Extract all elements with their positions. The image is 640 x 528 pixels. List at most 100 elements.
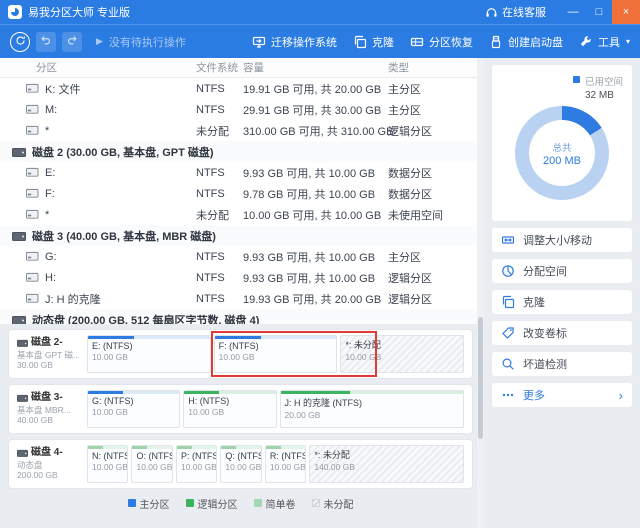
partition-segment-h[interactable]: H: (NTFS) 10.00 GB (183, 390, 276, 428)
legend-label: 未分配 (324, 496, 354, 511)
capacity-value: 9.78 GB 可用, 共 10.00 GB (243, 186, 388, 202)
disk-info[interactable]: 磁盘 3- 基本盘 MBR... 40.00 GB (17, 390, 79, 428)
partition-segment-q[interactable]: Q: (NTFS) 10.00 GB (220, 445, 261, 483)
disk-group-row[interactable]: 动态盘 (200.00 GB, 512 每扇区字节数, 磁盘 4) (0, 309, 484, 324)
action-label: 改变卷标 (523, 325, 567, 341)
partition-name: H: (45, 272, 56, 284)
table-row[interactable]: H: NTFS 9.93 GB 可用, 共 10.00 GB 逻辑分区 (0, 267, 484, 288)
col-header-type: 类型 (388, 60, 484, 75)
maximize-button[interactable]: □ (586, 0, 612, 24)
table-row[interactable]: K: 文件 NTFS 19.91 GB 可用, 共 20.00 GB 主分区 (0, 78, 484, 99)
refresh-button[interactable] (10, 32, 30, 52)
table-row[interactable]: F: NTFS 9.78 GB 可用, 共 10.00 GB 数据分区 (0, 183, 484, 204)
scrollbar-thumb[interactable] (478, 317, 483, 439)
action-more[interactable]: 更多 › (491, 382, 633, 408)
partition-segment-o[interactable]: O: (NTFS) 10.00 GB (131, 445, 172, 483)
close-button[interactable]: × (612, 0, 640, 24)
partition-segment-p[interactable]: P: (NTFS) 10.00 GB (176, 445, 217, 483)
partition-name: G: (45, 251, 57, 263)
segment-label: Q: (NTFS) (221, 449, 260, 461)
col-header-filesystem: 文件系统 (196, 60, 243, 75)
online-support-button[interactable]: 在线客服 (485, 4, 546, 20)
scrollbar[interactable] (477, 58, 484, 528)
action-clone[interactable]: 克隆 (491, 289, 633, 315)
partition-segment-unallocated[interactable]: *: 未分配 10.00 GB (340, 335, 464, 373)
used-space-swatch-icon (573, 76, 580, 83)
action-surface-test[interactable]: 坏道检测 (491, 351, 633, 377)
capacity-value: 19.93 GB 可用, 共 20.00 GB (243, 291, 388, 307)
legend-item: 简单卷 (254, 496, 296, 511)
action-resize-move[interactable]: 调整大小/移动 (491, 227, 633, 253)
disk-info[interactable]: 磁盘 2- 基本盘 GPT 磁... 30.00 GB (17, 335, 79, 373)
titlebar-right: 在线客服 — □ × (485, 0, 640, 24)
total-label: 总共 (552, 140, 571, 154)
legend-item: 逻辑分区 (186, 496, 238, 511)
disk-size: 200.00 GB (17, 470, 79, 481)
disk-usage-card: 已用空间 32 MB 总共 200 MB (491, 64, 633, 222)
action-change-label[interactable]: 改变卷标 (491, 320, 633, 346)
disk-group-row[interactable]: 磁盘 2 (30.00 GB, 基本盘, GPT 磁盘) (0, 141, 484, 162)
table-header-row: 分区 文件系统 容量 类型 (0, 58, 484, 78)
toolbar-action-label: 克隆 (372, 34, 394, 50)
partition-segment-n[interactable]: N: (NTFS) 10.00 GB (87, 445, 128, 483)
filesystem-value: NTFS (196, 293, 243, 305)
disk-info[interactable]: 磁盘 4- 动态盘 200.00 GB (17, 445, 79, 483)
table-row[interactable]: G: NTFS 9.93 GB 可用, 共 10.00 GB 主分区 (0, 246, 484, 267)
table-row[interactable]: M: NTFS 29.91 GB 可用, 共 30.00 GB 主分区 (0, 99, 484, 120)
table-row[interactable]: * 未分配 310.00 GB 可用, 共 310.00 GB 逻辑分区 (0, 120, 484, 141)
titlebar: 易我分区大师 专业版 在线客服 — □ × (0, 0, 640, 24)
minimize-icon: — (568, 6, 579, 18)
disk-icon (17, 448, 28, 458)
partition-segment-r[interactable]: R: (NTFS) 10.00 GB (265, 445, 306, 483)
chevron-right-icon: › (619, 389, 623, 402)
legend-label: 逻辑分区 (198, 496, 238, 511)
pending-operations-label: 没有待执行操作 (109, 34, 186, 50)
toolbar-action-clone[interactable]: 克隆 (353, 34, 394, 50)
disk-card-4: 磁盘 4- 动态盘 200.00 GB N: (NTFS) 10.00 GB O… (8, 439, 473, 489)
minimize-button[interactable]: — (560, 0, 586, 24)
table-row[interactable]: E: NTFS 9.93 GB 可用, 共 10.00 GB 数据分区 (0, 162, 484, 183)
segment-size: 10.00 GB (215, 351, 337, 362)
action-label: 坏道检测 (523, 356, 567, 372)
partition-type-legend: 主分区 逻辑分区 简单卷 未分配 (8, 494, 473, 512)
legend-item: 主分区 (128, 496, 170, 511)
partition-segment-unallocated[interactable]: *: 未分配 140.00 GB (309, 445, 464, 483)
table-row[interactable]: J: H 的克隆 NTFS 19.93 GB 可用, 共 20.00 GB 逻辑… (0, 288, 484, 309)
table-row[interactable]: * 未分配 10.00 GB 可用, 共 10.00 GB 未使用空间 (0, 204, 484, 225)
disk-kind: 基本盘 GPT 磁... (17, 350, 79, 361)
col-header-partition: 分区 (0, 60, 196, 75)
toolbar-action-migrate-os[interactable]: 迁移操作系统 (252, 34, 337, 50)
toolbar-action-label: 创建启动盘 (508, 34, 563, 50)
segment-label: P: (NTFS) (177, 449, 216, 461)
maximize-icon: □ (596, 6, 603, 18)
disk-size: 30.00 GB (17, 360, 79, 371)
used-space-value: 32 MB (585, 90, 623, 101)
disk-group-row[interactable]: 磁盘 3 (40.00 GB, 基本盘, MBR 磁盘) (0, 225, 484, 246)
partition-table: 分区 文件系统 容量 类型 K: 文件 NTFS 19.91 GB 可用, 共 … (0, 58, 484, 324)
partition-segment-e[interactable]: E: (NTFS) 10.00 GB (87, 335, 211, 373)
type-value: 未使用空间 (388, 207, 484, 223)
type-value: 主分区 (388, 249, 484, 265)
main-area: 分区 文件系统 容量 类型 K: 文件 NTFS 19.91 GB 可用, 共 … (0, 58, 640, 528)
col-header-capacity: 容量 (243, 60, 388, 75)
toolbar-action-tools[interactable]: 工具 ▾ (579, 34, 630, 50)
left-panel: 分区 文件系统 容量 类型 K: 文件 NTFS 19.91 GB 可用, 共 … (0, 58, 484, 528)
action-allocate-space[interactable]: 分配空间 (491, 258, 633, 284)
toolbar-right: 迁移操作系统 克隆 分区恢复 创建启动盘 (252, 34, 630, 50)
partition-segment-f[interactable]: F: (NTFS) 10.00 GB (214, 335, 338, 373)
legend-label: 简单卷 (266, 496, 296, 511)
partition-segment-j[interactable]: J: H 的克隆 (NTFS) 20.00 GB (280, 390, 465, 428)
toolbar-action-bootable-disk[interactable]: 创建启动盘 (489, 34, 563, 50)
more-icon (501, 388, 515, 402)
toolbar-action-partition-recovery[interactable]: 分区恢复 (410, 34, 473, 50)
type-value: 逻辑分区 (388, 123, 484, 139)
undo-icon (40, 33, 52, 51)
partition-segment-g[interactable]: G: (NTFS) 10.00 GB (87, 390, 180, 428)
pending-operations[interactable]: ▶ 没有待执行操作 (96, 34, 186, 50)
undo-button[interactable] (36, 32, 56, 52)
close-icon: × (623, 6, 629, 18)
type-value: 主分区 (388, 102, 484, 118)
capacity-value: 10.00 GB 可用, 共 10.00 GB (243, 207, 388, 223)
redo-button[interactable] (62, 32, 82, 52)
segment-size: 10.00 GB (88, 406, 179, 417)
